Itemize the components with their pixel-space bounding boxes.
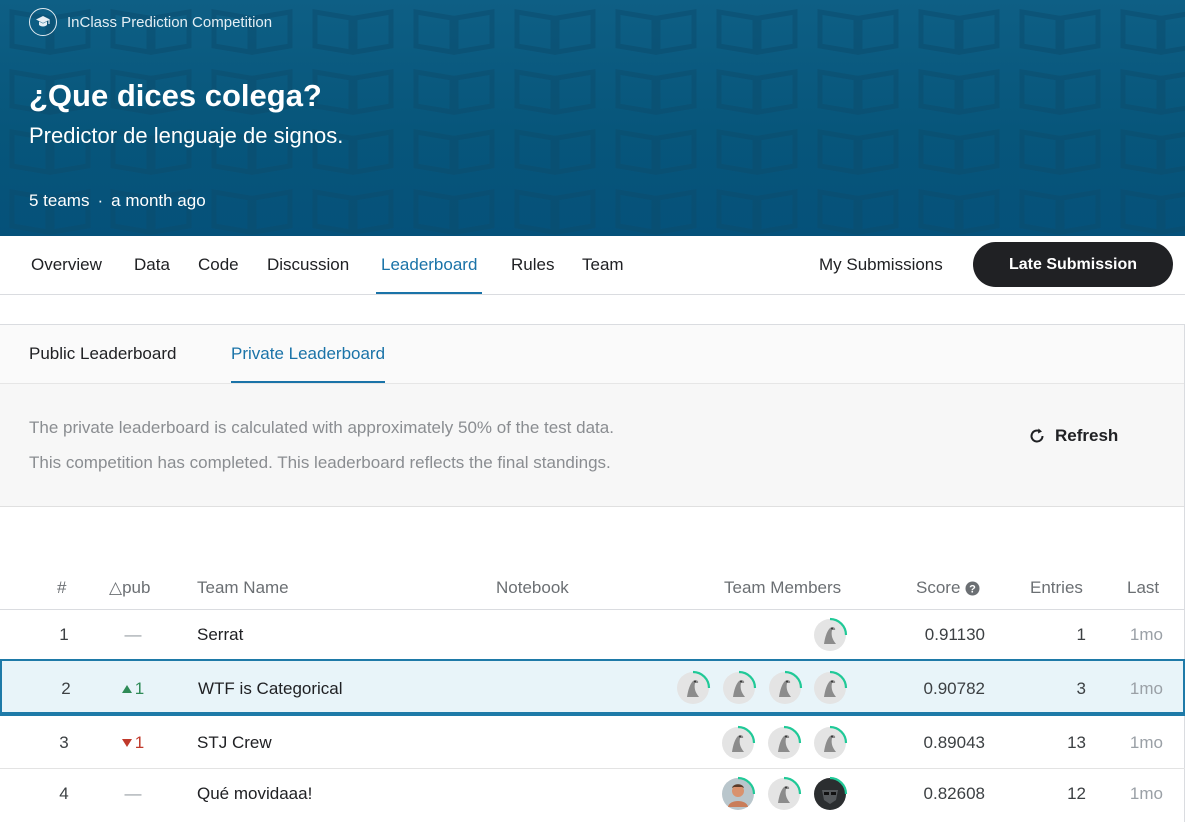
table-row[interactable]: 3 1 STJ Crew 0.89043 13 1mo	[0, 716, 1185, 769]
tab-code[interactable]: Code	[198, 236, 239, 294]
goose-avatar-icon	[677, 670, 711, 704]
refresh-label: Refresh	[1055, 426, 1119, 445]
help-icon[interactable]: ?	[965, 581, 980, 596]
team-member-avatar[interactable]	[766, 776, 802, 812]
delta-value: —	[124, 625, 142, 644]
arrow-down-icon	[121, 739, 132, 747]
competition-nav: Overview Data Code Discussion Leaderboar…	[0, 236, 1185, 295]
team-member-avatar[interactable]	[812, 617, 848, 653]
goose-avatar-icon	[814, 725, 848, 759]
col-score[interactable]: Score ?	[916, 576, 980, 600]
refresh-button[interactable]: Refresh	[1028, 426, 1118, 446]
goose-avatar-icon	[768, 725, 802, 759]
meta-separator: ·	[97, 191, 104, 210]
row-score: 0.89043	[923, 733, 985, 752]
tab-data[interactable]: Data	[134, 236, 170, 294]
row-score: 0.82608	[923, 784, 985, 803]
goose-avatar-icon	[814, 670, 848, 704]
row-team-name[interactable]: STJ Crew	[197, 731, 272, 755]
tab-overview[interactable]: Overview	[31, 236, 102, 294]
row-delta: —	[108, 782, 158, 806]
tab-rules[interactable]: Rules	[511, 236, 554, 294]
late-submission-button[interactable]: Late Submission	[973, 242, 1173, 287]
col-team-name[interactable]: Team Name	[197, 576, 289, 600]
goose-avatar-icon	[768, 776, 802, 810]
tab-public-leaderboard[interactable]: Public Leaderboard	[29, 325, 176, 383]
tab-team[interactable]: Team	[582, 236, 624, 294]
col-last[interactable]: Last	[1127, 576, 1159, 600]
team-member-avatar[interactable]	[812, 670, 848, 706]
col-notebook: Notebook	[496, 578, 569, 597]
row-delta: 1	[108, 731, 158, 755]
row-team-name[interactable]: Qué movidaaa!	[197, 782, 312, 806]
row-last: 1mo	[1129, 625, 1163, 644]
goose-avatar-icon	[723, 670, 757, 704]
team-member-avatar[interactable]	[767, 670, 803, 706]
delta-value: —	[124, 784, 142, 803]
row-entries: 3	[1076, 679, 1086, 698]
row-team-name[interactable]: WTF is Categorical	[198, 677, 343, 701]
row-rank: 1	[59, 625, 69, 644]
row-score: 0.91130	[924, 625, 985, 644]
row-team-name[interactable]: Serrat	[197, 623, 243, 647]
goose-avatar-icon	[769, 670, 803, 704]
table-row-highlighted[interactable]: 2 1 WTF is Categorical 0.90782 3 1mo	[0, 659, 1185, 716]
refresh-icon	[1030, 428, 1044, 443]
competition-type: InClass Prediction Competition	[29, 8, 272, 36]
photo-avatar-icon	[722, 776, 756, 810]
col-rank: #	[57, 578, 67, 597]
competition-meta: 5 teams · a month ago	[29, 191, 206, 211]
row-delta: —	[108, 623, 158, 647]
row-entries: 13	[1067, 733, 1086, 752]
col-delta[interactable]: △pub	[109, 576, 150, 600]
col-entries[interactable]: Entries	[1030, 576, 1083, 600]
delta-value: 1	[134, 733, 145, 752]
team-member-avatar[interactable]	[720, 725, 756, 761]
leaderboard-tabs: Public Leaderboard Private Leaderboard	[0, 325, 1184, 384]
goose-avatar-icon	[814, 617, 848, 651]
col-score-label: Score	[916, 578, 961, 597]
competition-title: ¿Que dices colega?	[29, 78, 322, 113]
graduation-cap-icon	[29, 8, 57, 36]
row-rank: 3	[59, 733, 69, 752]
tab-discussion[interactable]: Discussion	[267, 236, 349, 294]
row-last: 1mo	[1129, 679, 1163, 698]
row-rank: 4	[59, 784, 69, 803]
row-entries: 1	[1076, 625, 1086, 644]
goose-avatar-icon	[722, 725, 756, 759]
competition-type-label: InClass Prediction Competition	[67, 13, 273, 31]
tab-private-leaderboard[interactable]: Private Leaderboard	[231, 325, 386, 383]
row-last: 1mo	[1129, 784, 1163, 803]
row-score: 0.90782	[923, 679, 985, 698]
teams-count: 5 teams	[29, 191, 90, 210]
info-line-2: This competition has completed. This lea…	[29, 453, 611, 472]
delta-value: 1	[134, 679, 145, 698]
team-member-avatar[interactable]	[766, 725, 802, 761]
competition-time: a month ago	[111, 191, 206, 210]
leaderboard-info: The private leaderboard is calculated wi…	[0, 384, 1184, 507]
team-member-avatar[interactable]	[721, 670, 757, 706]
row-delta: 1	[108, 677, 158, 701]
svg-text:?: ?	[970, 583, 977, 595]
arrow-up-icon	[121, 685, 132, 693]
team-member-avatar[interactable]	[675, 670, 711, 706]
competition-subtitle: Predictor de lenguaje de signos.	[29, 123, 344, 148]
tab-leaderboard[interactable]: Leaderboard	[375, 236, 483, 294]
table-row[interactable]: 4 — Qué movidaaa! 0.82608 12 1mo	[0, 769, 1185, 822]
team-member-avatar[interactable]	[720, 776, 756, 812]
row-entries: 12	[1067, 784, 1086, 803]
row-last: 1mo	[1129, 733, 1163, 752]
row-rank: 2	[61, 679, 71, 698]
mask-avatar-icon	[814, 776, 848, 810]
info-line-1: The private leaderboard is calculated wi…	[29, 418, 614, 437]
team-member-avatar[interactable]	[812, 725, 848, 761]
my-submissions-link[interactable]: My Submissions	[819, 236, 943, 294]
competition-header: InClass Prediction Competition ¿Que dice…	[0, 0, 1185, 236]
col-team-members: Team Members	[724, 578, 842, 597]
team-member-avatar[interactable]	[812, 776, 848, 812]
table-row[interactable]: 1 — Serrat 0.91130 1 1mo	[0, 610, 1185, 660]
